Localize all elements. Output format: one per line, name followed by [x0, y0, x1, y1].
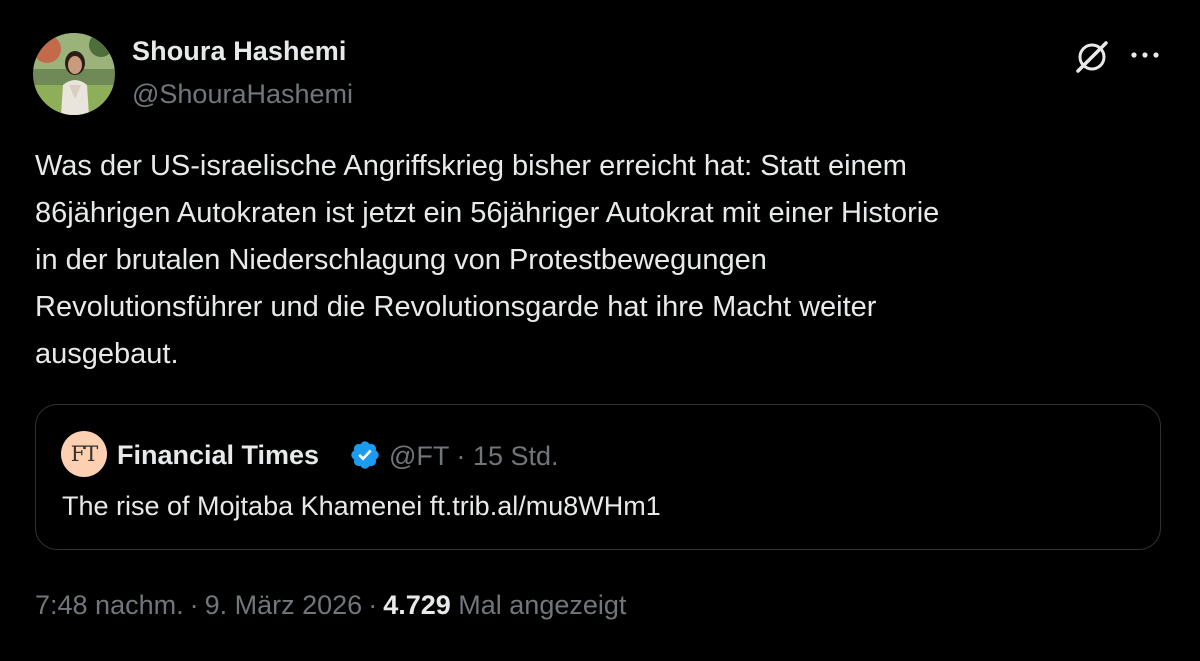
tweet-footer: 7:48 nachm. · 9. März 2026 · 4.729 Mal angez…	[35, 590, 626, 621]
quoted-author-handle[interactable]: @FT	[389, 441, 449, 471]
avatar[interactable]	[33, 33, 115, 115]
author-handle[interactable]: @ShouraHashemi	[132, 79, 353, 110]
tweet-text: Was der US-israelische Angriffskrieg bis…	[35, 143, 1160, 378]
tweet-text-line: 86jährigen Autokraten ist jetzt ein 56jä…	[35, 197, 940, 229]
separator: ·	[189, 590, 199, 620]
quoted-text: The rise of Mojtaba Khamenei ft.trib.al/…	[62, 491, 661, 521]
views-label: Mal angezeigt	[458, 590, 627, 620]
quoted-time[interactable]: 15 Std.	[473, 441, 559, 471]
ft-logo: FT	[61, 431, 107, 477]
quoted-tweet[interactable]: FT Financial Times @FT · 15 Std. The ris…	[35, 404, 1161, 550]
tweet-text-line: ausgebaut.	[35, 338, 179, 370]
author-name[interactable]: Shoura Hashemi	[132, 36, 346, 67]
separator: ·	[456, 441, 466, 471]
more-icon[interactable]	[1125, 40, 1165, 70]
tweet-text-line: in der brutalen Niederschlagung von Prot…	[35, 244, 767, 276]
views-count[interactable]: 4.729	[383, 590, 451, 620]
tweet-text-line: Revolutionsführer und die Revolutionsgar…	[35, 291, 877, 323]
tweet: Shoura Hashemi @ShouraHashemi Was der US…	[0, 0, 1200, 661]
grok-icon[interactable]	[1073, 38, 1111, 76]
quoted-meta: @FT · 15 Std.	[389, 441, 559, 472]
verified-badge-icon	[349, 439, 381, 471]
tweet-date[interactable]: 9. März 2026	[205, 590, 363, 620]
tweet-time[interactable]: 7:48 nachm.	[35, 590, 184, 620]
tweet-text-line: Was der US-israelische Angriffskrieg bis…	[35, 150, 907, 182]
separator: ·	[368, 590, 378, 620]
quoted-author-name[interactable]: Financial Times	[117, 440, 319, 471]
